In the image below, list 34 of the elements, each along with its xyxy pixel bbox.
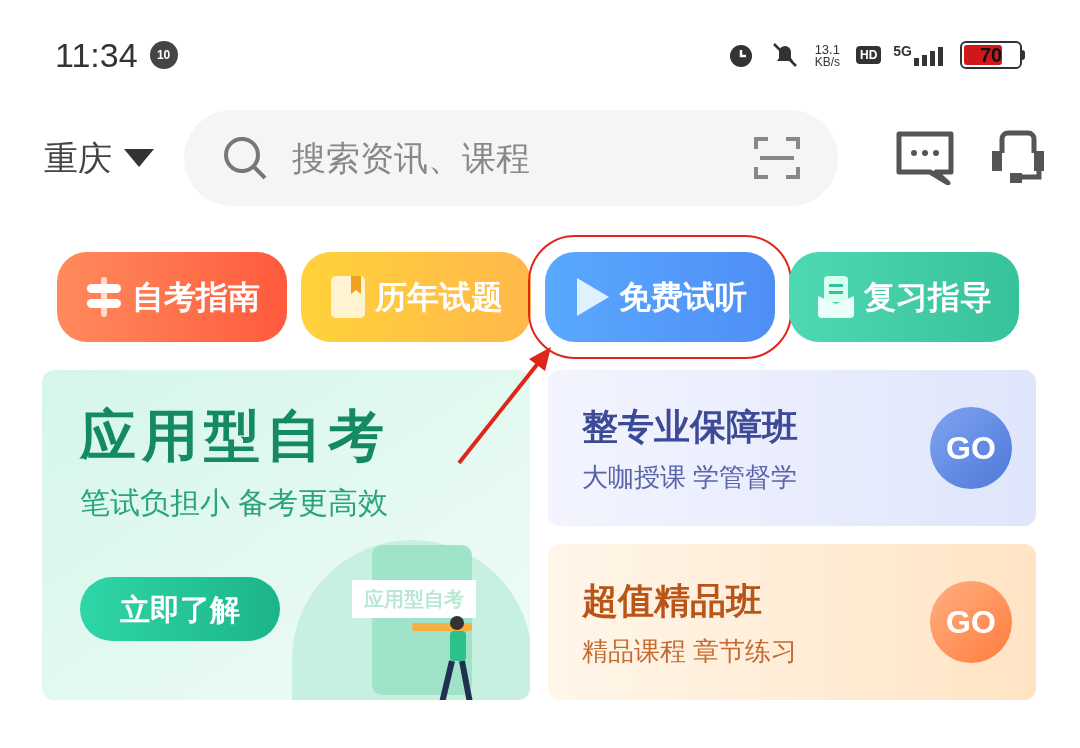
learn-more-button[interactable]: 立即了解	[80, 577, 280, 641]
caret-icon	[124, 149, 154, 167]
signpost-icon	[84, 275, 124, 319]
book-icon	[329, 274, 367, 320]
scan-icon	[754, 137, 800, 179]
shortcut-button[interactable]: 历年试题	[301, 252, 531, 342]
course-card[interactable]: 超值精品班 精品课程 章节练习 GO	[548, 544, 1036, 700]
clock-time: 11:34	[55, 34, 138, 76]
search-field[interactable]: 搜索资讯、课程	[184, 110, 838, 206]
city-selector[interactable]: 重庆	[44, 132, 154, 184]
course-title: 超值精品班	[582, 578, 763, 623]
go-button[interactable]: GO	[930, 581, 1012, 663]
feature-subtitle: 笔试负担小 备考更高效	[80, 485, 390, 521]
course-subtitle: 精品课程 章节练习	[582, 634, 799, 668]
speed-value: 13.1	[814, 42, 840, 56]
illustration-label: 应用型自考	[352, 580, 476, 618]
course-title: 整专业保障班	[582, 404, 799, 449]
notification-badge: 10	[149, 41, 178, 69]
feature-title: 应用型自考	[80, 408, 391, 464]
document-icon	[816, 274, 856, 320]
battery-percent: 70	[978, 43, 1004, 67]
search-icon	[222, 135, 268, 181]
course-subtitle: 大咖授课 学管督学	[582, 460, 799, 494]
shortcut-button[interactable]: 复习指导	[789, 252, 1019, 342]
hd-badge: HD	[855, 46, 882, 64]
bell-muted-icon	[770, 41, 799, 69]
speed-unit: KB/s	[814, 55, 840, 68]
search-input[interactable]: 搜索资讯、课程	[292, 132, 754, 184]
feature-card[interactable]: 应用型自考 笔试负担小 备考更高效 立即了解 应用型自考	[42, 370, 530, 700]
shortcut-button[interactable]: 自考指南	[57, 252, 287, 342]
network-label: 5G	[893, 44, 912, 58]
course-card[interactable]: 整专业保障班 大咖授课 学管督学 GO	[548, 370, 1036, 526]
go-button[interactable]: GO	[930, 407, 1012, 489]
message-icon[interactable]	[896, 131, 954, 185]
